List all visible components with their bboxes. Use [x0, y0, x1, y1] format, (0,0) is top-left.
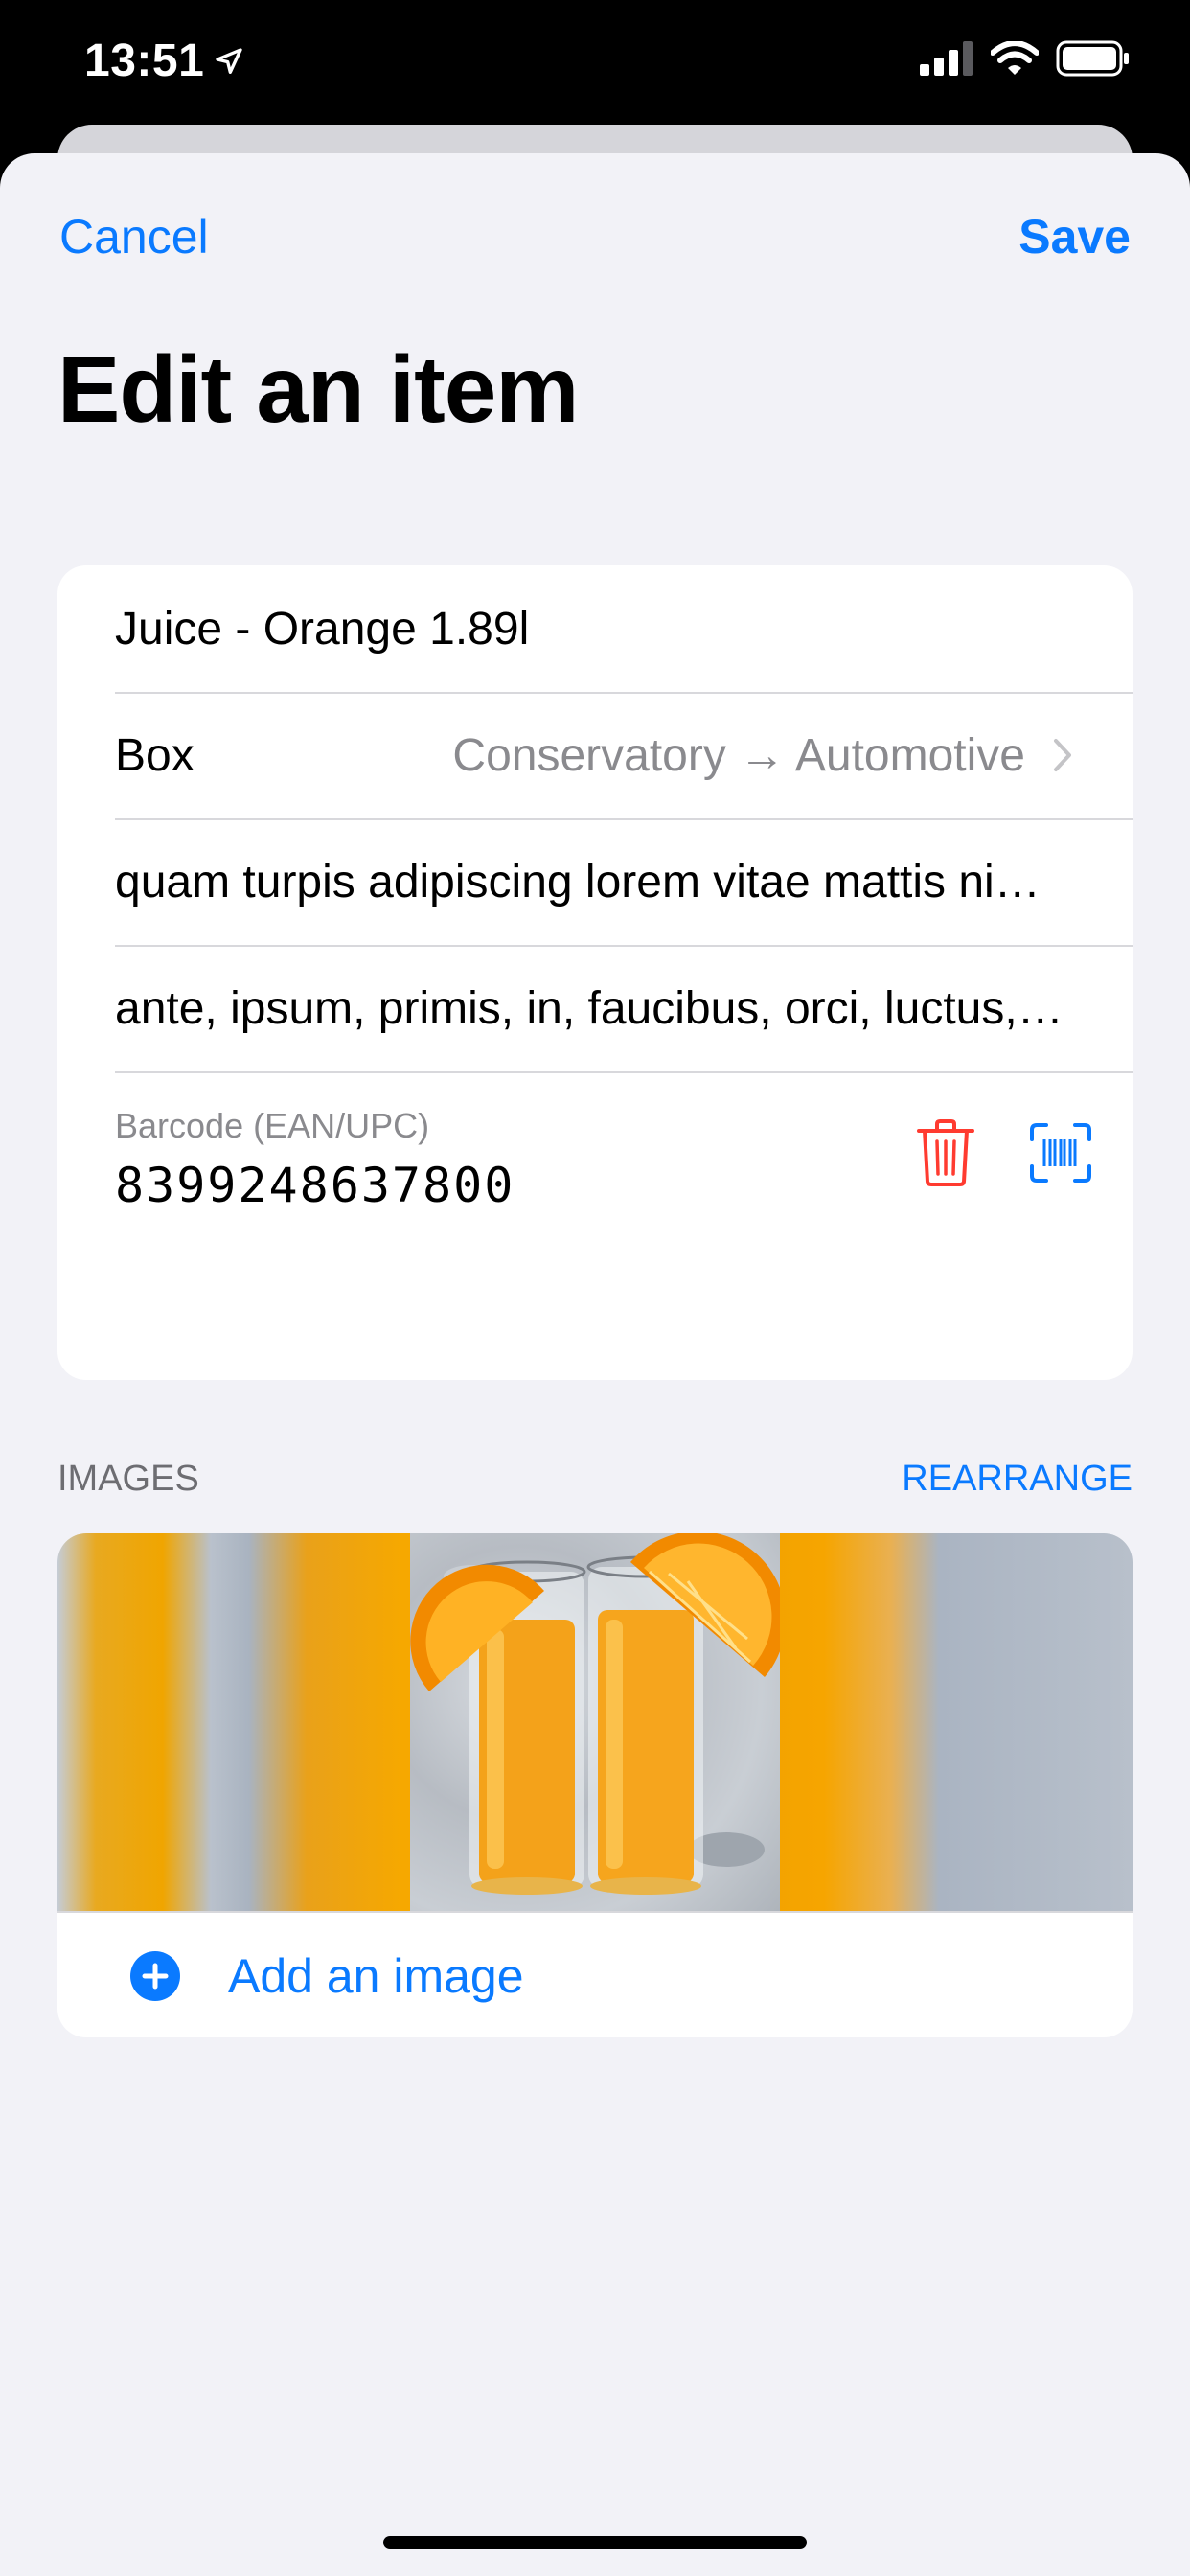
- box-value: Conservatory → Automotive: [452, 729, 1073, 782]
- status-bar: 13:51: [0, 0, 1190, 126]
- status-time: 13:51: [84, 34, 244, 87]
- add-image-button[interactable]: Add an image: [57, 1911, 1133, 2037]
- rearrange-button[interactable]: REARRANGE: [902, 1459, 1133, 1500]
- wifi-icon: [991, 41, 1039, 75]
- scan-barcode-button[interactable]: [1018, 1110, 1104, 1196]
- delete-barcode-button[interactable]: [903, 1110, 989, 1196]
- description-field-value: quam turpis adipiscing lorem vitae matti…: [115, 856, 1064, 908]
- images-card: Add an image: [57, 1533, 1133, 2037]
- barcode-value: 8399248637800: [115, 1158, 515, 1213]
- chevron-right-icon: [1054, 739, 1071, 771]
- page-title: Edit an item: [57, 336, 579, 442]
- home-indicator[interactable]: [383, 2536, 807, 2549]
- tags-field-value: ante, ipsum, primis, in, faucibus, orci,…: [115, 982, 1064, 1034]
- tags-field[interactable]: ante, ipsum, primis, in, faucibus, orci,…: [115, 945, 1133, 1073]
- box-value-text: Conservatory → Automotive: [452, 729, 1025, 781]
- box-label: Box: [115, 729, 195, 781]
- image-gallery: [57, 1533, 1133, 1911]
- barcode-field[interactable]: Barcode (EAN/UPC) 8399248637800: [115, 1071, 1133, 1380]
- box-picker-row[interactable]: Box Conservatory → Automotive: [115, 692, 1133, 820]
- status-icons: [920, 40, 1131, 77]
- add-image-label: Add an image: [228, 1949, 524, 2003]
- barcode-label: Barcode (EAN/UPC): [115, 1106, 430, 1145]
- cancel-button[interactable]: Cancel: [59, 209, 209, 264]
- plus-icon: [142, 1963, 169, 1990]
- name-field-value: Juice - Orange 1.89l: [115, 603, 530, 655]
- name-field[interactable]: Juice - Orange 1.89l: [115, 565, 1133, 694]
- barcode-viewfinder-icon: [1030, 1123, 1091, 1183]
- orange-juice-illustration: [410, 1533, 780, 1895]
- save-button[interactable]: Save: [1018, 209, 1131, 264]
- images-section-title: IMAGES: [57, 1459, 199, 1499]
- plus-circle-icon: [130, 1951, 180, 2001]
- description-field[interactable]: quam turpis adipiscing lorem vitae matti…: [115, 818, 1133, 947]
- images-section-header: IMAGES REARRANGE: [57, 1459, 1133, 1500]
- trash-icon: [917, 1119, 974, 1186]
- cellular-signal-icon: [920, 41, 973, 76]
- item-form-card: Juice - Orange 1.89l Box Conservatory → …: [57, 565, 1133, 1380]
- edit-item-sheet: Cancel Save Edit an item Juice - Orange …: [0, 153, 1190, 2576]
- battery-icon: [1056, 40, 1129, 77]
- location-arrow-icon: [216, 47, 242, 74]
- orange-juice-photo[interactable]: [410, 1533, 780, 1911]
